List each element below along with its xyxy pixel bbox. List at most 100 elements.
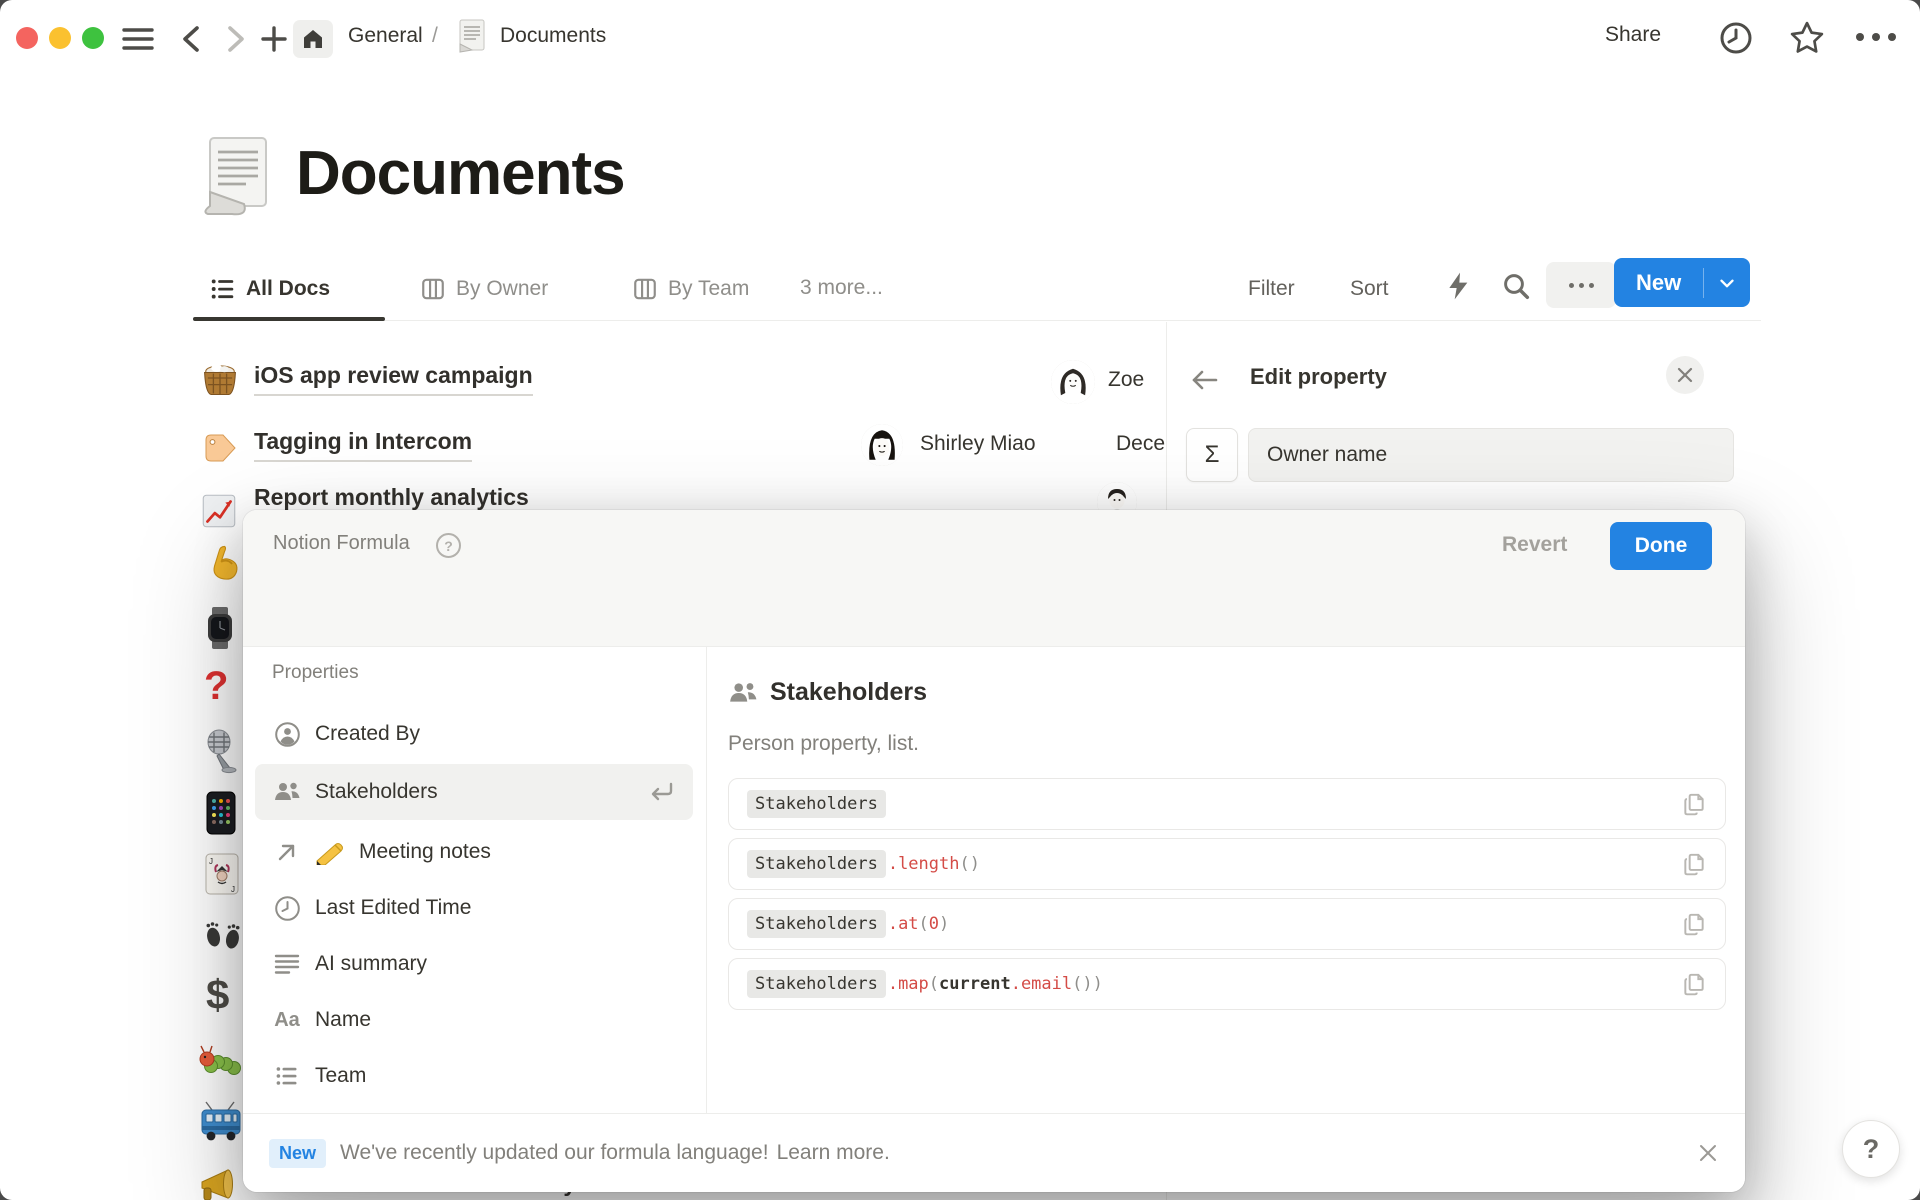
back-icon[interactable] — [178, 24, 204, 54]
sort-button[interactable]: Sort — [1350, 277, 1389, 301]
chart-emoji[interactable] — [198, 490, 240, 532]
formula-example-row[interactable]: Stakeholders.at(0) — [728, 898, 1726, 950]
breadcrumb-separator: / — [432, 24, 438, 48]
sidebar-toggle-icon[interactable] — [122, 26, 154, 52]
doc-row-title[interactable]: Tagging in Intercom — [254, 428, 472, 462]
tab-label: 3 more... — [800, 276, 883, 300]
formula-example-row[interactable]: Stakeholders — [728, 778, 1726, 830]
help-circle-icon[interactable]: ? — [435, 532, 462, 559]
phone-emoji[interactable] — [202, 790, 240, 836]
formula-example-row[interactable]: Stakeholders.map(current.email()) — [728, 958, 1726, 1010]
done-button-label: Done — [1635, 534, 1688, 558]
formula-modal-header: Notion Formula ? Revert Done — [243, 510, 1745, 647]
tab-by-team[interactable]: By Team — [632, 276, 749, 302]
tab-all-docs[interactable]: All Docs — [210, 276, 330, 302]
joker-card-emoji[interactable]: JJ — [204, 852, 240, 896]
formula-example-row[interactable]: Stakeholders.length() — [728, 838, 1726, 890]
detail-title: Stakeholders — [770, 678, 927, 707]
revert-button[interactable]: Revert — [1502, 533, 1567, 557]
basket-emoji[interactable] — [198, 356, 242, 400]
microphone-emoji[interactable] — [200, 728, 242, 774]
automation-bolt-icon[interactable] — [1442, 270, 1474, 302]
copy-icon[interactable] — [1681, 791, 1707, 817]
person-name: Shirley Miao — [920, 432, 1036, 456]
question-emoji[interactable]: ? — [204, 666, 228, 706]
dollar-emoji[interactable]: $ — [206, 974, 229, 1016]
new-dropdown-chevron-icon[interactable] — [1704, 272, 1750, 294]
copy-icon[interactable] — [1681, 911, 1707, 937]
learn-more-link[interactable]: Learn more. — [777, 1141, 890, 1165]
formula-code: Stakeholders.map(current.email()) — [747, 970, 1681, 998]
formula-code: Stakeholders.at(0) — [747, 910, 1681, 938]
date-cell: Dece — [1116, 432, 1166, 456]
megaphone-emoji[interactable] — [198, 1164, 244, 1200]
home-icon — [301, 27, 325, 51]
tab-by-owner[interactable]: By Owner — [420, 276, 548, 302]
favorite-star-icon[interactable] — [1788, 19, 1826, 57]
board-icon — [632, 276, 658, 302]
tab-label: All Docs — [246, 277, 330, 301]
banner-close-icon[interactable] — [1697, 1142, 1719, 1164]
new-badge: New — [269, 1139, 326, 1168]
done-button[interactable]: Done — [1610, 522, 1712, 570]
property-item-team[interactable]: Team — [255, 1050, 693, 1102]
more-options-icon[interactable] — [1856, 33, 1896, 41]
filter-button[interactable]: Filter — [1248, 277, 1295, 301]
property-item-meeting-notes[interactable]: Meeting notes — [255, 826, 693, 878]
page-title[interactable]: Documents — [296, 138, 625, 209]
property-type-sigma-button[interactable]: Σ — [1186, 428, 1238, 482]
help-button[interactable]: ? — [1842, 1120, 1900, 1178]
property-item-label: Meeting notes — [359, 840, 491, 864]
doc-row-title[interactable]: iOS app review campaign — [254, 362, 533, 396]
property-item-created-by[interactable]: Created By — [255, 708, 693, 760]
avatar — [861, 424, 903, 466]
property-item-name[interactable]: Aa Name — [255, 994, 693, 1046]
minimize-window-button[interactable] — [49, 27, 71, 49]
property-name-input[interactable]: Owner name — [1248, 428, 1734, 482]
tab-label: By Owner — [456, 277, 548, 301]
writing-hand-emoji — [315, 839, 345, 865]
muscle-emoji[interactable] — [198, 542, 242, 586]
updates-clock-icon[interactable] — [1718, 20, 1754, 56]
property-item-stakeholders[interactable]: Stakeholders — [255, 764, 693, 820]
formula-code: Stakeholders — [747, 790, 1681, 818]
detail-header: Stakeholders — [728, 678, 927, 707]
search-icon[interactable] — [1500, 270, 1532, 302]
panel-close-icon[interactable] — [1666, 356, 1704, 394]
board-icon — [420, 276, 446, 302]
page-icon-document-emoji[interactable] — [200, 134, 274, 216]
panel-back-icon[interactable] — [1190, 366, 1220, 394]
document-emoji — [456, 18, 488, 54]
caterpillar-emoji[interactable] — [198, 1038, 244, 1082]
new-button[interactable]: New — [1614, 270, 1703, 296]
copy-icon[interactable] — [1681, 971, 1707, 997]
breadcrumb-root[interactable]: General — [348, 24, 423, 48]
breadcrumb-page[interactable]: Documents — [500, 24, 606, 48]
enter-return-icon — [647, 780, 675, 804]
person-circle-icon — [273, 721, 301, 748]
tab-more[interactable]: 3 more... — [800, 276, 883, 300]
svg-text:J: J — [209, 857, 213, 866]
property-item-label: AI summary — [315, 952, 427, 976]
banner-message: We've recently updated our formula langu… — [340, 1141, 769, 1165]
property-item-last-edited-time[interactable]: Last Edited Time — [255, 882, 693, 934]
view-options-button[interactable] — [1546, 262, 1616, 308]
forward-icon[interactable] — [222, 24, 248, 54]
person-name: Zoe — [1108, 368, 1164, 392]
formula-code: Stakeholders.length() — [747, 850, 1681, 878]
trolleybus-emoji[interactable] — [198, 1100, 244, 1144]
copy-icon[interactable] — [1681, 851, 1707, 877]
notion-window: General / Documents Share Documents All … — [0, 0, 1920, 1200]
panel-title: Edit property — [1250, 364, 1387, 390]
watch-emoji[interactable] — [200, 606, 240, 650]
footprints-emoji[interactable] — [202, 914, 244, 956]
home-button[interactable] — [293, 20, 333, 58]
zoom-window-button[interactable] — [82, 27, 104, 49]
tag-emoji[interactable] — [198, 428, 240, 468]
formula-modal-title: Notion Formula — [273, 532, 410, 555]
close-window-button[interactable] — [16, 27, 38, 49]
new-tab-plus-icon[interactable] — [260, 25, 288, 53]
property-item-ai-summary[interactable]: AI summary — [255, 938, 693, 990]
people-icon — [728, 680, 758, 706]
share-button[interactable]: Share — [1605, 23, 1661, 47]
